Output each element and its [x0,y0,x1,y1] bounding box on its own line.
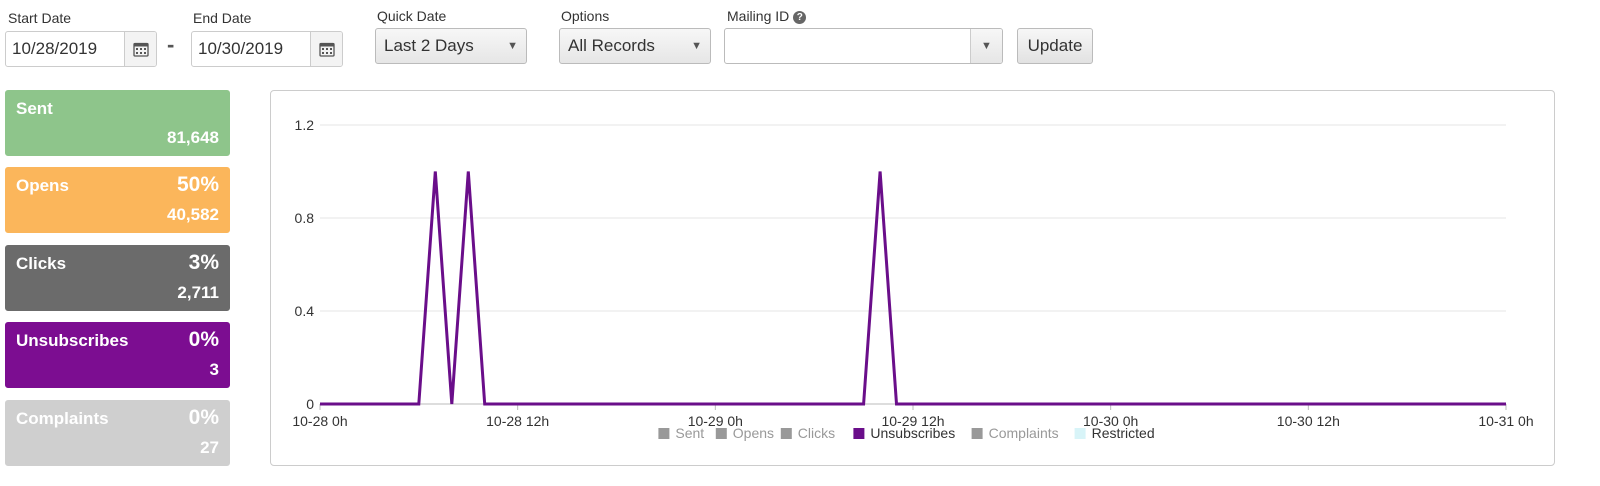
legend-swatch [715,428,727,439]
x-tick-label: 10-30 12h [1277,413,1340,429]
legend-swatch [1074,428,1086,439]
end-date-label: End Date [193,10,252,26]
card-name: Clicks [16,254,67,273]
calendar-icon[interactable] [310,32,342,66]
legend-label: Complaints [989,425,1059,441]
legend-label: Opens [733,425,774,441]
card-count: 81,648 [167,128,219,147]
end-date-value[interactable]: 10/30/2019 [192,32,310,66]
card-name: Opens [16,176,69,195]
y-tick-label: 0.8 [295,210,315,226]
options-select[interactable]: All Records ▼ [559,28,711,64]
end-date-field[interactable]: 10/30/2019 [191,31,343,67]
y-tick-label: 0.4 [295,303,315,319]
mailing-id-input[interactable] [725,29,970,63]
y-tick-label: 0 [306,396,314,412]
update-button[interactable]: Update [1017,28,1093,64]
start-date-value[interactable]: 10/28/2019 [6,32,124,66]
start-date-field[interactable]: 10/28/2019 [5,31,157,67]
quick-date-select[interactable]: Last 2 Days ▼ [375,28,527,64]
card-percent: 0% [188,328,219,351]
chevron-down-icon[interactable]: ▼ [970,29,1002,63]
quick-date-label: Quick Date [377,8,447,24]
legend-label: Restricted [1092,425,1155,441]
card-percent: 50% [176,173,219,196]
legend-label: Sent [675,425,704,441]
opens-card[interactable]: Opens 50% 40,582 [5,167,230,233]
card-count: 40,582 [167,205,219,224]
options-value: All Records [568,36,655,55]
card-percent: 0% [188,406,219,429]
legend-swatch [853,428,865,439]
legend-label: Clicks [798,425,835,441]
calendar-icon[interactable] [124,32,156,66]
x-tick-label: 10-28 12h [486,413,549,429]
chart-panel: 0 0.4 0.8 1.2 10-28 0h 10-28 12h 10-29 0h 10-29… [270,90,1555,466]
x-tick-label: 10-28 0h [292,413,347,429]
start-date-label: Start Date [8,10,72,26]
clicks-card[interactable]: Clicks 3% 2,711 [5,245,230,311]
legend-swatch [658,428,670,439]
options-label: Options [561,8,610,24]
date-range-separator: - [167,32,175,57]
legend-swatch [971,428,983,439]
quick-date-value: Last 2 Days [384,36,474,55]
card-name: Sent [16,99,53,118]
card-count: 2,711 [177,283,219,302]
legend-label: Unsubscribes [870,425,955,441]
card-count: 27 [200,438,219,457]
chevron-down-icon: ▼ [507,40,518,52]
legend-swatch [780,428,792,439]
unsubscribes-card[interactable]: Unsubscribes 0% 3 [5,322,230,388]
card-name: Complaints [16,409,109,428]
question-circle-icon[interactable]: ? [793,11,807,24]
card-percent: 3% [188,251,219,274]
mailing-id-combobox[interactable]: ▼ [724,28,1003,64]
line-chart: 00.40.81.210-28 0h 10-28 12h 10-29 0h 10-29… [292,117,1533,441]
card-count: 3 [209,360,219,379]
y-tick-label: 1.2 [295,117,315,133]
mailing-id-label-text: Mailing ID [727,8,790,24]
series-line-unsubscribes [320,171,1506,406]
sent-card[interactable]: Sent 81,648 [5,90,230,156]
chevron-down-icon: ▼ [691,40,702,52]
x-tick-label: 10-31 0h [1478,413,1533,429]
card-name: Unsubscribes [16,331,129,350]
mailing-id-label: Mailing ID? [727,8,807,24]
complaints-card[interactable]: Complaints 0% 27 [5,400,230,466]
